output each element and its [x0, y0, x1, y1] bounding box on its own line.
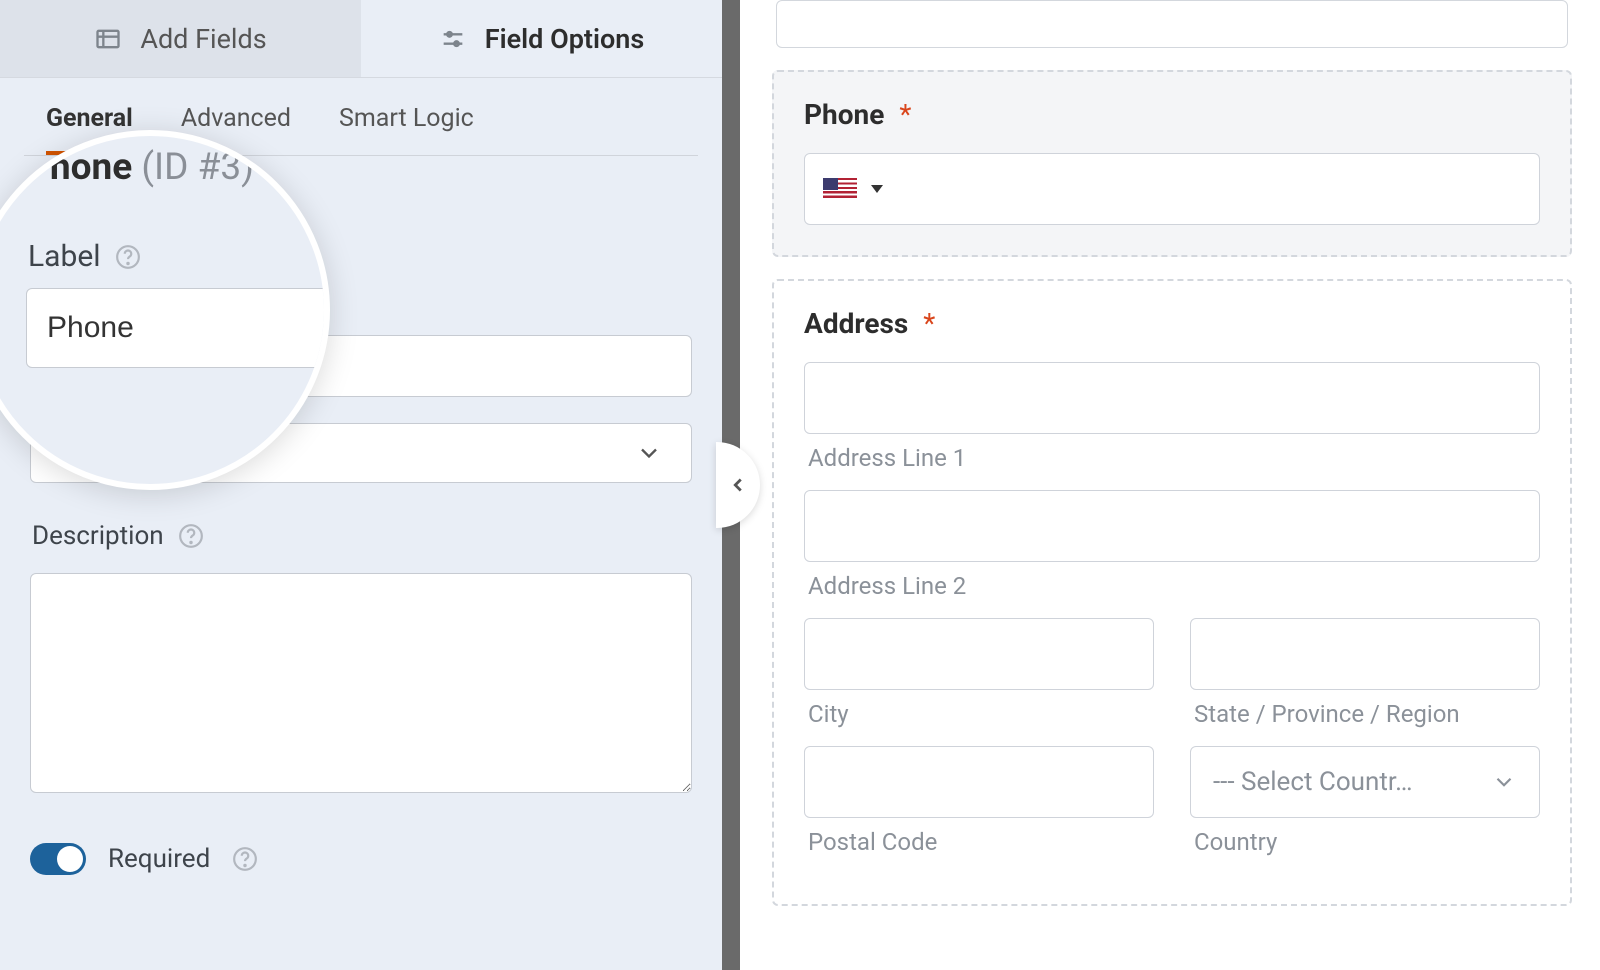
country-label: Country: [1194, 828, 1540, 856]
help-icon: [115, 244, 141, 270]
tab-add-fields[interactable]: Add Fields: [0, 0, 361, 77]
form-preview: Phone * Address * Address Line 1 Address…: [740, 0, 1600, 970]
address-line2-label: Address Line 2: [808, 572, 1540, 600]
state-label: State / Province / Region: [1194, 700, 1540, 728]
chevron-left-icon: [727, 474, 749, 496]
preview-address-label: Address *: [804, 307, 1540, 340]
address-line2-input[interactable]: [804, 490, 1540, 562]
preview-prev-field-slice: [776, 0, 1568, 48]
description-label-text: Description: [32, 521, 164, 551]
address-line1-label: Address Line 1: [808, 444, 1540, 472]
chevron-down-icon: [1491, 769, 1517, 795]
phone-input[interactable]: [804, 153, 1540, 225]
preview-address-label-text: Address: [804, 307, 908, 340]
add-fields-icon: [94, 25, 122, 53]
us-flag-icon: [823, 178, 857, 200]
description-textarea[interactable]: [30, 573, 692, 793]
state-input[interactable]: [1190, 618, 1540, 690]
chevron-down-icon: [635, 439, 663, 467]
sliders-icon: [439, 25, 467, 53]
preview-field-address[interactable]: Address * Address Line 1 Address Line 2 …: [772, 279, 1572, 906]
tab-field-options[interactable]: Field Options: [361, 0, 722, 77]
city-input[interactable]: [804, 618, 1154, 690]
postal-label: Postal Code: [808, 828, 1154, 856]
country-select-placeholder: --- Select Countr…: [1213, 767, 1413, 797]
toggle-knob: [57, 846, 83, 872]
help-icon[interactable]: [178, 523, 204, 549]
field-options-panel: Add Fields Field Options General Advance…: [0, 0, 740, 970]
required-toggle[interactable]: [30, 843, 86, 875]
description-row-label: Description: [32, 521, 692, 551]
mag-field-heading-id: (ID #3): [141, 146, 254, 189]
mag-field-heading-name: Phone: [26, 146, 132, 189]
mag-label-input: [26, 288, 330, 368]
city-label: City: [808, 700, 1154, 728]
panel-tabs: Add Fields Field Options: [0, 0, 722, 78]
required-asterisk: *: [923, 307, 935, 340]
preview-phone-label-text: Phone: [804, 98, 884, 131]
tab-field-options-label: Field Options: [485, 23, 644, 55]
postal-input[interactable]: [804, 746, 1154, 818]
tab-add-fields-label: Add Fields: [140, 23, 266, 55]
preview-phone-label: Phone *: [804, 98, 1540, 131]
chevron-down-icon: [871, 185, 883, 193]
required-asterisk: *: [899, 98, 911, 131]
required-label: Required: [108, 844, 210, 874]
country-select[interactable]: --- Select Countr…: [1190, 746, 1540, 818]
address-line1-input[interactable]: [804, 362, 1540, 434]
help-icon[interactable]: [232, 846, 258, 872]
sub-tab-smart-logic[interactable]: Smart Logic: [339, 104, 474, 156]
mag-label-label: Label: [28, 239, 101, 274]
preview-field-phone[interactable]: Phone *: [772, 70, 1572, 257]
required-row: Required: [30, 843, 692, 875]
